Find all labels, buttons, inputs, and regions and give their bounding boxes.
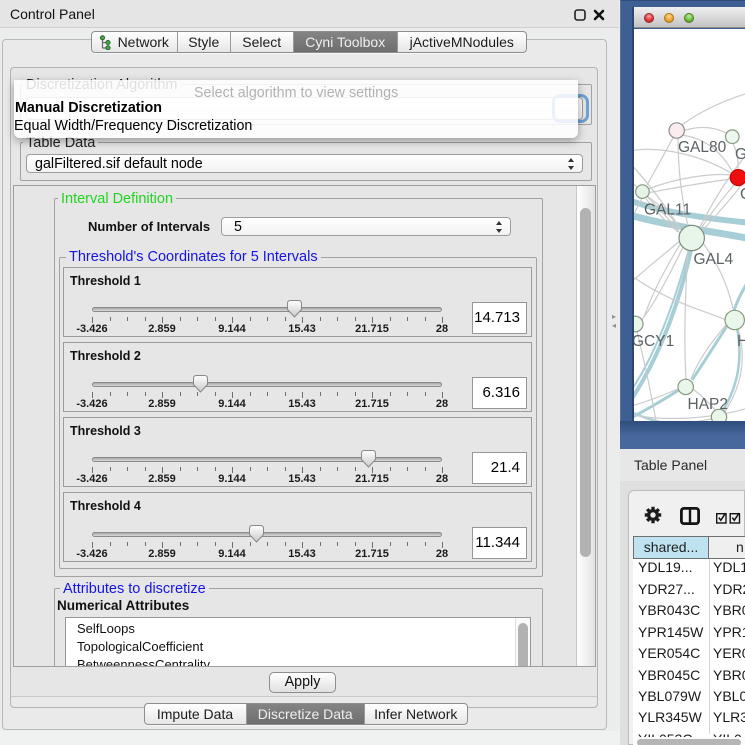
svg-text:C: C <box>740 186 745 203</box>
svg-text:GCY1: GCY1 <box>634 333 674 350</box>
svg-text:GAL4: GAL4 <box>694 251 734 268</box>
svg-text:GAL80: GAL80 <box>678 139 727 156</box>
svg-text:GA: GA <box>735 146 745 163</box>
svg-text:HAP2: HAP2 <box>688 396 729 413</box>
svg-text:GAL11: GAL11 <box>644 202 691 219</box>
svg-text:H: H <box>737 333 745 350</box>
